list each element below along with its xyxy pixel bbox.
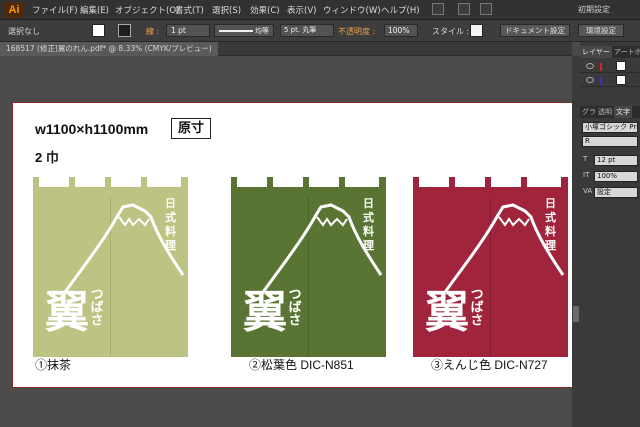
eye-icon[interactable] [586, 63, 594, 69]
variant-1-label: ①抹茶 [35, 358, 72, 372]
opacity-label[interactable]: 不透明度 : [338, 26, 375, 37]
canvas-area[interactable]: w1100×h1100mm 原寸 2 巾 翼 つばさ 日 式 料 理 ①抹茶 翼 [0, 56, 572, 427]
layer-row-1[interactable] [580, 60, 640, 73]
arrange-documents-icon[interactable] [458, 3, 470, 15]
svg-text:料: 料 [165, 224, 176, 238]
svg-text:日: 日 [545, 197, 556, 210]
svg-text:式: 式 [363, 210, 374, 224]
menu-edit[interactable]: 編集(E) [80, 4, 109, 16]
noren-variant-1: 翼 つばさ 日 式 料 理 [33, 177, 188, 357]
uniform-label: 均等 [255, 27, 269, 35]
scrollbar-thumb[interactable] [573, 306, 579, 322]
svg-text:料: 料 [545, 224, 556, 238]
layers-panel-tabs: レイヤー アートボード [580, 46, 640, 58]
menu-select[interactable]: 選択(S) [212, 4, 241, 16]
brush-dropdown[interactable]: 5 pt. 丸筆 [280, 24, 334, 37]
font-size-icon: T [583, 155, 588, 163]
svg-text:式: 式 [545, 210, 556, 224]
menu-window[interactable]: ウィンドウ(W) [323, 4, 381, 16]
tab-artboards[interactable]: アートボード [612, 46, 640, 58]
tracking-icon: VA [583, 187, 593, 195]
svg-text:式: 式 [165, 210, 176, 224]
font-size-field[interactable]: 12 pt [594, 155, 638, 166]
menu-view[interactable]: 表示(V) [287, 4, 316, 16]
graphic-style-swatch[interactable] [470, 24, 483, 37]
svg-text:理: 理 [165, 239, 176, 252]
menu-type[interactable]: 書式(T) [175, 4, 204, 16]
workspace-switcher[interactable]: 初期設定 [578, 3, 636, 16]
vertical-scale-icon: IT [583, 171, 590, 179]
font-family-field[interactable]: 小塚ゴシック Pr6N [582, 122, 638, 133]
svg-text:日: 日 [165, 197, 176, 210]
layer-thumbnail [616, 61, 626, 71]
document-tab-bar: 168517 (修正)翼のれん.pdf* @ 8.33% (CMYK/プレビュー… [0, 42, 572, 56]
svg-text:理: 理 [545, 239, 556, 252]
noren-variant-2: 翼 つばさ 日 式 料 理 [231, 177, 386, 357]
layer-color-icon [600, 77, 602, 85]
menu-help[interactable]: ヘルプ(H) [381, 4, 420, 16]
tab-transparency[interactable]: 透明 [596, 106, 614, 118]
svg-text:理: 理 [363, 239, 374, 252]
document-tab[interactable]: 168517 (修正)翼のれん.pdf* @ 8.33% (CMYK/プレビュー… [0, 42, 218, 56]
stroke-weight-field[interactable]: 1 pt [166, 24, 210, 37]
layer-thumbnail [616, 75, 626, 85]
tab-character[interactable]: 文字 [614, 106, 632, 118]
logo-kana: つばさ [468, 287, 484, 326]
tab-layers[interactable]: レイヤー [580, 46, 612, 58]
stroke-swatch[interactable] [118, 24, 131, 37]
noren-variant-3: 翼 つばさ 日 式 料 理 [413, 177, 568, 357]
font-style-field[interactable]: R [582, 136, 638, 147]
layer-row-2[interactable] [580, 74, 640, 87]
app-logo: Ai [4, 2, 24, 18]
stroke-profile-dropdown[interactable]: 均等 [214, 24, 274, 37]
eye-icon[interactable] [586, 77, 594, 83]
logo-kanji: 翼 [425, 287, 469, 338]
character-panel-tabs: グラ 透明 文字 [580, 106, 640, 118]
right-panel-dock: レイヤー アートボード グラ 透明 文字 小塚ゴシック Pr6N R T 12 … [580, 42, 640, 427]
menu-file[interactable]: ファイル(F) [32, 4, 78, 16]
tracking-field[interactable]: 設定 [594, 187, 638, 198]
control-bar: 選択なし 線 : 1 pt 均等 5 pt. 丸筆 不透明度 : 100% スタ… [0, 20, 640, 42]
logo-kanji: 翼 [45, 287, 89, 338]
vertical-caption: 日 式 料 理 [165, 197, 176, 252]
size-label: w1100×h1100mm [35, 121, 149, 137]
menu-object[interactable]: オブジェクト(O) [115, 4, 179, 16]
artboard[interactable]: w1100×h1100mm 原寸 2 巾 翼 つばさ 日 式 料 理 ①抹茶 翼 [12, 102, 572, 388]
layer-color-icon [600, 63, 602, 71]
logo-kanji: 翼 [243, 287, 287, 338]
svg-text:日: 日 [363, 197, 374, 210]
menu-bar: Ai ファイル(F) 編集(E) オブジェクト(O) 書式(T) 選択(S) 効… [0, 0, 640, 20]
stroke-label[interactable]: 線 : [146, 26, 159, 37]
width-count-label: 2 巾 [35, 150, 59, 165]
logo-kana: つばさ [286, 287, 302, 326]
vertical-scrollbar[interactable] [572, 56, 580, 427]
menu-effect[interactable]: 効果(C) [250, 4, 280, 16]
vertical-scale-field[interactable]: 100% [594, 171, 638, 182]
stroke-line-icon [219, 30, 253, 32]
gpu-icon[interactable] [480, 3, 492, 15]
svg-text:料: 料 [363, 224, 374, 238]
vertical-caption: 日 式 料 理 [545, 197, 556, 252]
vertical-caption: 日 式 料 理 [363, 197, 374, 252]
preferences-button[interactable]: 環境設定 [578, 24, 624, 37]
variant-3-label: ③えんじ色 DIC-N727 [431, 358, 548, 372]
style-label: スタイル : [432, 27, 470, 36]
actual-size-box: 原寸 [171, 118, 211, 139]
opacity-field[interactable]: 100% [384, 24, 418, 37]
selection-status: 選択なし [8, 27, 40, 36]
variant-2-label: ②松葉色 DIC-N851 [249, 358, 354, 372]
document-setup-button[interactable]: ドキュメント設定 [500, 24, 570, 37]
fill-swatch[interactable] [92, 24, 105, 37]
bridge-icon[interactable] [432, 3, 444, 15]
logo-kana: つばさ [88, 287, 104, 326]
